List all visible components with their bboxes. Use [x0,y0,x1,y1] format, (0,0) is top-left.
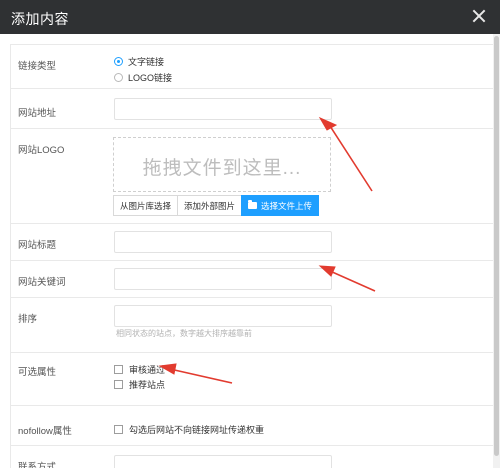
checkbox-icon[interactable] [114,365,123,374]
add-external-image-button[interactable]: 添加外部图片 [177,195,243,216]
choose-from-gallery-button[interactable]: 从图片库选择 [113,195,179,216]
sort-hint: 相同状态的站点，数字越大排序越靠前 [116,329,252,338]
dialog-titlebar: 添加内容 [0,0,500,34]
sort-row: 排序 [10,298,494,353]
site-title-label: 网站标题 [18,240,57,251]
radio-logo-link-label: LOGO链接 [128,73,173,83]
optional-attrs-row: 可选属性 审核通过 推荐站点 [10,353,494,406]
check-nofollow[interactable]: 勾选后网站不向链接网址传递权重 [114,423,264,436]
drop-zone-text: 拖拽文件到这里... [142,158,302,179]
contact-label: 联系方式 [18,462,57,468]
nofollow-row: nofollow属性 勾选后网站不向链接网址传递权重 [10,406,494,446]
add-content-dialog: 添加内容 链接类型 文字链接 LOGO链接 网站地址 网站LOGO 拖拽文件到这… [0,0,500,468]
dialog-title: 添加内容 [11,11,69,27]
logo-drop-zone[interactable]: 拖拽文件到这里... [113,137,331,192]
content-form: 链接类型 文字链接 LOGO链接 网站地址 网站LOGO 拖拽文件到这里... … [10,44,494,468]
optional-attrs-label: 可选属性 [18,367,57,378]
check-approved[interactable]: 审核通过 [114,363,165,376]
link-type-row: 链接类型 文字链接 LOGO链接 [10,45,494,89]
sort-input[interactable] [114,305,332,327]
check-approved-label: 审核通过 [129,365,166,375]
scrollbar[interactable] [493,34,500,468]
radio-logo-link[interactable]: LOGO链接 [114,71,172,84]
check-recommended-label: 推荐站点 [129,380,166,390]
upload-file-button[interactable]: 选择文件上传 [241,195,320,216]
radio-text-link[interactable]: 文字链接 [114,55,164,68]
check-nofollow-label: 勾选后网站不向链接网址传递权重 [129,425,265,435]
site-logo-label: 网站LOGO [18,145,65,156]
nofollow-label: nofollow属性 [18,426,72,437]
contact-row: 联系方式 [10,446,494,468]
sort-label: 排序 [18,314,38,325]
site-keywords-label: 网站关键词 [18,277,66,288]
site-url-label: 网站地址 [18,108,57,119]
checkbox-icon[interactable] [114,425,123,434]
link-type-label: 链接类型 [18,61,57,72]
site-url-row: 网站地址 [10,89,494,129]
site-title-row: 网站标题 [10,224,494,261]
close-icon[interactable] [470,7,488,25]
site-title-input[interactable] [114,231,332,253]
radio-unselected-icon[interactable] [114,73,123,82]
scrollbar-thumb[interactable] [494,36,499,456]
radio-text-link-label: 文字链接 [128,57,165,67]
folder-open-icon [248,200,258,209]
site-keywords-row: 网站关键词 [10,261,494,298]
radio-selected-icon[interactable] [114,57,123,66]
upload-file-label: 选择文件上传 [261,200,313,211]
check-recommended[interactable]: 推荐站点 [114,378,165,391]
site-url-input[interactable] [114,98,332,120]
site-keywords-input[interactable] [114,268,332,290]
contact-input[interactable] [114,455,332,468]
logo-button-group: 从图片库选择 添加外部图片 选择文件上传 [113,195,320,216]
checkbox-icon[interactable] [114,380,123,389]
